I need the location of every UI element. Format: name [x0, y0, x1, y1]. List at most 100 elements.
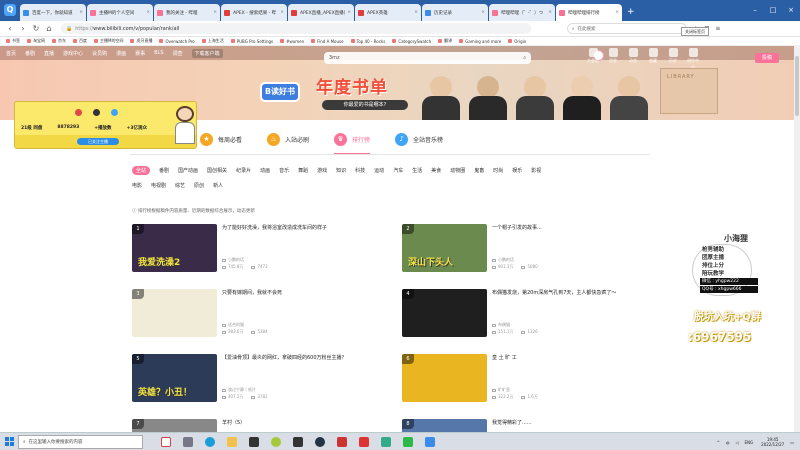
app-icon[interactable] — [331, 433, 353, 450]
tab-close-icon[interactable]: × — [79, 10, 83, 15]
category-item[interactable]: 国产动画 — [178, 167, 198, 174]
browser-tab[interactable]: 主播M的个人空间 × — [87, 4, 153, 21]
category-item[interactable]: 鬼畜 — [474, 167, 484, 174]
bili-nav-item[interactable]: 会员购 — [92, 50, 107, 57]
category-item[interactable]: 知识 — [336, 167, 346, 174]
bili-search-icon[interactable]: ⌕ — [523, 55, 526, 61]
browser-tab[interactable]: 哔哩哔哩（゜-゜）つ × — [489, 4, 555, 21]
category-item[interactable]: 运动 — [374, 167, 384, 174]
bookmark-item[interactable]: Overwatch Pro — [159, 39, 195, 44]
category-item[interactable]: 原创 — [194, 182, 204, 189]
bili-right-item[interactable]: 创作中心 — [686, 48, 700, 70]
bili-right-item[interactable]: 消息 — [606, 48, 620, 70]
notification-icon[interactable]: ▭ — [790, 440, 794, 445]
bili-right-item[interactable]: 收藏 — [646, 48, 660, 70]
home-icon[interactable]: ⌂ — [44, 24, 54, 34]
apex-icon[interactable] — [353, 433, 375, 450]
calendar-app-icon[interactable] — [155, 433, 177, 450]
bili-nav-item[interactable]: 游戏中心 — [63, 50, 83, 57]
category-item[interactable]: 生活 — [412, 167, 422, 174]
category-item[interactable]: 国创相关 — [207, 167, 227, 174]
input-language[interactable]: ENG — [745, 440, 754, 445]
bookmark-item[interactable]: 书签 — [6, 38, 20, 44]
bili-right-item[interactable]: 历史 — [666, 48, 680, 70]
category-item[interactable]: 时尚 — [493, 167, 503, 174]
video-uploader[interactable]: 小鹏的话 — [492, 256, 662, 263]
rank-tab[interactable]: ♪ 全站音乐榜 — [395, 124, 443, 154]
video-rank-item[interactable]: 5 英雄？小丑！ 【爱油骨顶】最炎的网红，拿破四经的600万粉丝主播？ 渡过宁静丨纸片… — [132, 354, 392, 402]
bookmark-item[interactable]: 百度 — [73, 38, 87, 44]
category-item[interactable]: 汽车 — [393, 167, 403, 174]
bookmark-item[interactable]: 淘宝网 — [27, 38, 45, 44]
video-uploader[interactable]: 渡过宁静丨纸片 — [222, 386, 392, 393]
video-title[interactable]: 【爱油骨顶】最炎的网红，拿破四经的600万粉丝主播？ — [222, 355, 392, 362]
video-title[interactable]: 为了能好好洗澡，我将浴室改造成洗车间的样子 — [222, 225, 392, 232]
volume-icon[interactable]: ◁ — [735, 440, 738, 445]
bookmark-item[interactable]: 上海生活 — [201, 38, 224, 44]
browser-tab[interactable]: 历史记录 × — [422, 4, 488, 21]
browser-tab[interactable]: APEX - 搜索结果 - 哔 × — [221, 4, 287, 21]
bookmark-item[interactable]: #women — [280, 39, 304, 44]
bili-nav-item[interactable]: 调查 — [173, 50, 183, 57]
browser-tab[interactable]: APEX直播_APEX直播间 × — [288, 4, 354, 21]
bookmark-item[interactable]: Gaming and more — [459, 39, 501, 44]
video-rank-item[interactable]: 6 皇 土 旷 工旷旷皇 322.2万 1.6万 — [402, 354, 662, 402]
bili-search-input[interactable]: 3mz ⌕ — [324, 52, 531, 64]
forward-icon[interactable]: › — [18, 24, 28, 34]
video-rank-item[interactable]: 4 布偶猫发烧，第20m深房气孔到7天，主人都快急疯了～ 布偶猫 151.1万 1326 — [402, 289, 662, 337]
bili-nav-item[interactable]: 赛事 — [135, 50, 145, 57]
video-thumbnail[interactable]: 6 — [402, 354, 487, 402]
video-thumbnail[interactable]: 5 英雄？小丑！ — [132, 354, 217, 402]
rank-tab[interactable]: ♛ 排行榜 — [334, 124, 371, 154]
bookmark-item[interactable]: 主播M的空间 — [94, 38, 123, 44]
bili-nav-item[interactable]: BLS — [154, 50, 163, 56]
video-uploader[interactable]: 旷旷皇 — [492, 386, 662, 393]
video-thumbnail[interactable]: 4 — [402, 289, 487, 337]
bookmark-item[interactable]: PUBG Pro Settings — [230, 39, 273, 44]
tab-close-icon[interactable]: × — [414, 10, 418, 15]
bili-nav-item[interactable]: 直播 — [44, 50, 54, 57]
category-item[interactable]: 美食 — [431, 167, 441, 174]
category-item[interactable]: 影视 — [531, 167, 541, 174]
edge-browser-icon[interactable] — [199, 433, 221, 450]
upload-button[interactable]: 投稿 — [755, 53, 779, 63]
address-bar[interactable]: 🔒 https:// www.bilibili.com/v/popular/ra… — [61, 23, 531, 34]
minimize-icon[interactable]: – — [746, 0, 764, 21]
video-title[interactable]: 只要有嫁期间，我就不会死 — [222, 290, 392, 297]
category-item[interactable]: 舞蹈 — [298, 167, 308, 174]
steam-icon[interactable] — [309, 433, 331, 450]
category-item[interactable]: 番剧 — [159, 167, 169, 174]
video-rank-item[interactable]: 2 深山下头人 一个帽子引发的故事... 小鹏的话 901.3万 5080 — [402, 224, 662, 272]
tab-close-icon[interactable]: × — [481, 10, 485, 15]
taskbar-clock[interactable]: 19:45 2022/12/27 — [761, 437, 784, 447]
bili-nav-item[interactable]: 下载客户端 — [191, 48, 223, 58]
bookmark-item[interactable]: 京东 — [52, 38, 66, 44]
page-scrollbar[interactable] — [794, 46, 800, 432]
video-title[interactable]: 羊村（5） — [222, 420, 392, 427]
browser-taskbar-icon[interactable] — [419, 433, 441, 450]
category-item[interactable]: 电视剧 — [151, 182, 166, 189]
category-item[interactable]: 动物圈 — [450, 167, 465, 174]
tab-close-icon[interactable]: × — [347, 10, 351, 15]
video-title[interactable]: 皇 土 旷 工 — [492, 355, 662, 362]
video-title[interactable]: 一个帽子引发的故事... — [492, 225, 662, 232]
category-item[interactable]: 娱乐 — [512, 167, 522, 174]
video-title[interactable]: 布偶猫发烧，第20m深房气孔到7天，主人都快急疯了～ — [492, 290, 662, 297]
tray-chevron-icon[interactable]: ^ — [717, 440, 720, 445]
video-rank-item[interactable]: 3 只要有嫁期间，我就不会死 适合的猫 383.6万 5384 — [132, 289, 392, 337]
category-item[interactable]: 科技 — [355, 167, 365, 174]
video-rank-item[interactable]: 1 我爱洗澡2 为了能好好洗澡，我将浴室改造成洗车间的样子 小鹏的话 745.8万 747… — [132, 224, 392, 272]
category-item[interactable]: 综艺 — [175, 182, 185, 189]
network-icon[interactable]: ◍ — [726, 440, 730, 445]
category-item[interactable]: 纪录片 — [236, 167, 251, 174]
task-view-icon[interactable] — [177, 433, 199, 450]
browser-tab[interactable]: APEX英雄 × — [355, 4, 421, 21]
video-uploader[interactable]: 适合的猫 — [222, 321, 392, 328]
category-item[interactable]: 游戏 — [317, 167, 327, 174]
close-window-icon[interactable]: × — [782, 0, 800, 21]
refresh-icon[interactable]: ↻ — [31, 24, 41, 34]
new-tab-icon[interactable]: + — [623, 4, 639, 21]
tab-close-icon[interactable]: × — [548, 10, 552, 15]
tab-close-icon[interactable]: × — [280, 10, 284, 15]
windows-start-icon[interactable] — [0, 433, 18, 450]
